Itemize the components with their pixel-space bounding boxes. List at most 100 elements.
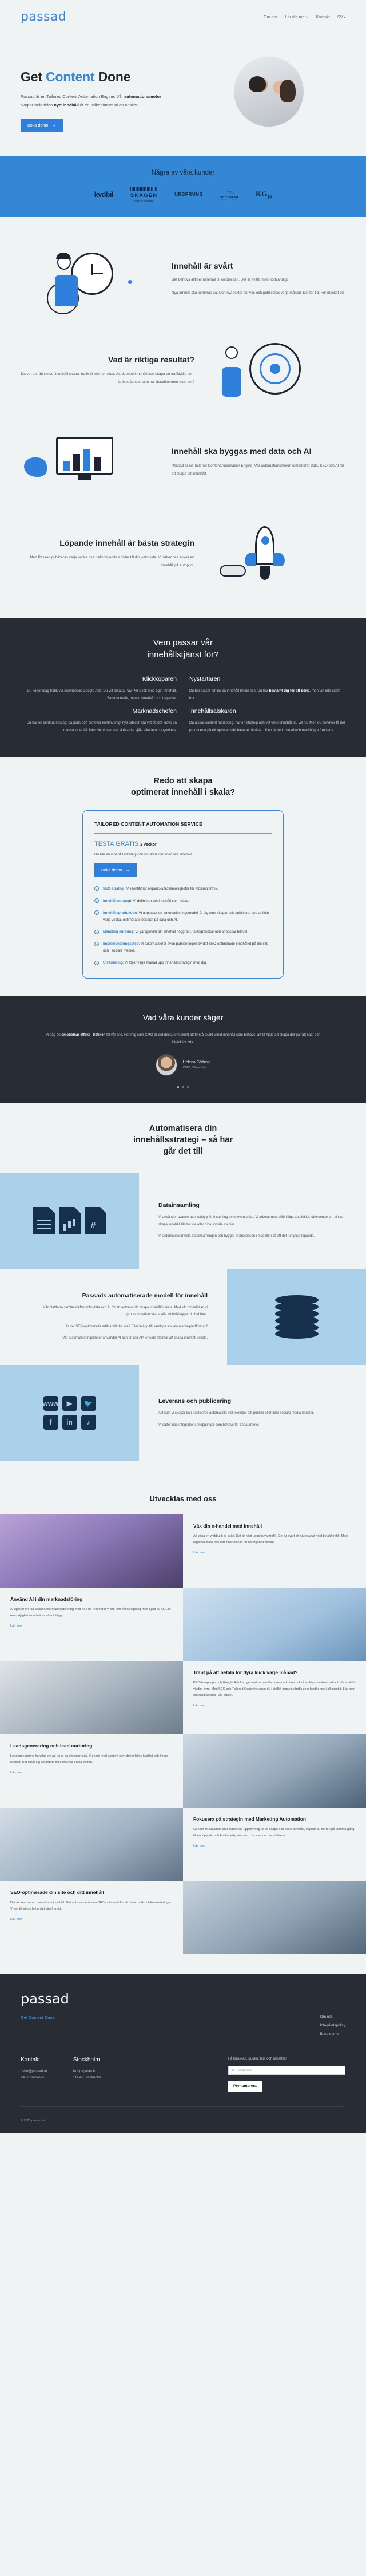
blog-image [183,1880,366,1954]
clock-illustration [21,242,164,315]
newsletter-subscribe-button[interactable]: Prenumerera [228,2080,262,2092]
audience-text-bold: bestämt dig för att börja [269,688,310,693]
process-step-copy: Passads automatiserade modell för innehå… [0,1269,227,1365]
feature-row-lopande-innehall: Löpande innehåll är bästa strategin Med … [0,511,366,603]
card-book-demo-button[interactable]: Boka demo → [94,863,137,877]
carousel-dot-1[interactable] [177,1086,180,1088]
blog-card-text: Leadsgenerering handlar om att nå ut på … [10,1754,168,1765]
blog-card[interactable] [0,1807,183,1881]
audience-item-klickkoparen: Klickköparen Du köper idag trafik via ex… [21,676,177,702]
pricing-feature-label: Innehållsstrategi [103,898,132,903]
page-title: Get Content Done [21,69,192,85]
copyright-text: © 2023 passad.ai [21,2119,45,2123]
feature-copy: Vad är riktiga resultat? Du vet att rätt… [21,355,194,386]
pricing-card: TAILORED CONTENT AUTOMATION SERVICE TEST… [82,810,284,979]
audience-item-text: Du har satsat för lite på innehåll till … [189,687,345,702]
hero-photo [234,57,304,127]
pricing-card-kicker: TAILORED CONTENT AUTOMATION SERVICE [94,820,202,827]
newsletter-label: Få kunskap, guider, tips och rabatter! [228,2056,287,2061]
nav-label: Om oss [263,14,278,19]
blog-read-more-link[interactable]: Läs mer [10,1771,22,1774]
carousel-dots[interactable] [23,1086,343,1088]
footer-logo[interactable]: passad [21,1991,345,2007]
nav-item-om-oss[interactable]: Om oss [264,14,278,19]
divider [94,833,272,834]
audience-text-part1: Du har satsat för lite på innehåll till … [189,688,269,693]
check-circle-icon [94,941,99,946]
blog-card-title: SEO-optimerade din site och ditt innehål… [10,1889,104,1895]
hero-sub-part3: åt er i vilka format ni än önskar. [78,102,139,108]
footer-contact: Kontakt hello@passad.ai +46733907675 [21,2057,47,2092]
hero-copy: Get Content Done Passad är en Tailored C… [21,53,192,132]
tiktok-icon: ♪ [81,1415,96,1430]
feature-title: Innehåll är svårt [172,261,233,270]
carousel-dot-3[interactable] [186,1086,189,1088]
feature-row-vad-ar-riktiga-resultat: Vad är riktiga resultat? Du vet att rätt… [0,328,366,420]
blog-card[interactable] [183,1587,366,1661]
kg-number: 10 [267,194,272,200]
skagen-chart-icon [130,187,158,192]
author-meta: Helena Förberg CMO, Silver Life [183,1060,211,1070]
avatar [155,1054,177,1076]
feature-paragraph-1: Med Passad publiceras varje vecka nya tr… [30,555,194,567]
audience-item-title: Klickköparen [142,675,177,683]
youtube-icon: ▶ [62,1396,77,1411]
footer-link-boka-demo[interactable]: Boka demo [320,2032,345,2036]
process-step-automatiserad-modell: Passads automatiserade modell för innehå… [0,1268,366,1365]
customer-logo-kvdbil: kvdbil [94,190,114,199]
process-step-datainsamling: # Datainsamling Vi använder avancerade v… [0,1172,366,1269]
blog-image [183,1734,366,1808]
blog-card[interactable] [0,1660,183,1734]
offer-label: TESTA GRATIS [94,840,139,847]
book-demo-button[interactable]: Boka demo → [21,119,63,132]
pricing-feature-item: Innehållsstrategi: Vi definierar det inn… [94,898,272,905]
blog-read-more-link[interactable]: Läs mer [193,1551,205,1555]
blog-card-text: Det räcker inte att bara skapa innehåll.… [10,1900,172,1911]
blog-read-more-link[interactable]: Läs mer [193,1844,205,1848]
footer-link-integritetspolicy[interactable]: Integritetspolicy [320,2023,345,2027]
blog-card[interactable] [183,1734,366,1808]
blog-image [0,1514,183,1588]
blog-card-title: Leadsgenerering och lead nurturing [10,1742,93,1749]
footwear-sublabel: B R A N D [222,198,237,201]
footer-email[interactable]: hello@passad.ai [21,2068,47,2074]
cta-section: Redo att skapa optimerat innehåll i skala… [0,757,366,996]
blog-card-body: Leadsgenerering och lead nurturing Leads… [0,1734,183,1808]
hero-subtitle: Passad är en Tailored Content Automation… [21,92,165,109]
hero-sub-part1: Passad är en Tailored Content Automation… [21,94,125,100]
blog-read-more-link[interactable]: Läs mer [10,1624,22,1628]
process-title-line2: innehållsstrategi – så här [133,1135,233,1145]
nav-item-lar-dig-mer[interactable]: Lär dig mer ▾ [285,14,309,19]
blog-image [183,1587,366,1661]
process-step-paragraph-3: Vår automatiseringsmotor använder AI och… [62,1336,208,1340]
blog-read-more-link[interactable]: Läs mer [10,1918,22,1921]
footer-top: Get Content Done Om oss Integritetspolic… [21,2015,345,2036]
blog-read-more-link[interactable]: Läs mer [193,1704,205,1707]
footer-zip: 111 43 Stockholm [73,2076,101,2080]
blog-card[interactable] [183,1880,366,1954]
blog-card-body: Fokusera på strategin med Marketing Auto… [183,1808,366,1881]
pricing-feature-label: Innehållsproduktion [103,910,137,915]
nav-item-kontakt[interactable]: Kontakt [316,14,330,19]
database-icon [227,1268,366,1365]
footer-link-om-oss[interactable]: Om oss [320,2015,345,2019]
www-icon: www [43,1396,59,1411]
blog-card-text: Att växa en webbutik är svårt. Det är hö… [193,1534,348,1545]
pricing-feature-label: Utvärdering [103,961,123,965]
blog-card-body: Använd AI i din marknadsföring AI öppnar… [0,1588,183,1661]
page: passad Om oss Lär dig mer ▾ Kontakt SV ▾ G… [0,0,366,2133]
blog-card-text: PPC-kampanjer och Google Ads kan ge snab… [193,1680,355,1698]
blog-card-title: Fokusera på strategin med Marketing Auto… [193,1816,307,1822]
feature-paragraph-2: Nya ämnen ska kommas på. Och nya texter … [172,291,345,295]
brand-logo[interactable]: passad [21,10,66,24]
newsletter-email-input[interactable] [228,2065,345,2075]
cta-title: Redo att skapa optimerat innehåll i skala… [0,775,366,799]
blog-title: Utvecklas med oss [149,1494,217,1503]
process-title-line3: går det till [163,1147,203,1157]
footer-phone[interactable]: +46733907675 [21,2074,47,2081]
pricing-feature-label: SEO-strategi [103,886,125,891]
blog-card[interactable] [0,1514,183,1588]
check-circle-icon [94,960,99,965]
carousel-dot-2[interactable] [182,1086,184,1088]
nav-item-language[interactable]: SV ▾ [337,14,345,19]
